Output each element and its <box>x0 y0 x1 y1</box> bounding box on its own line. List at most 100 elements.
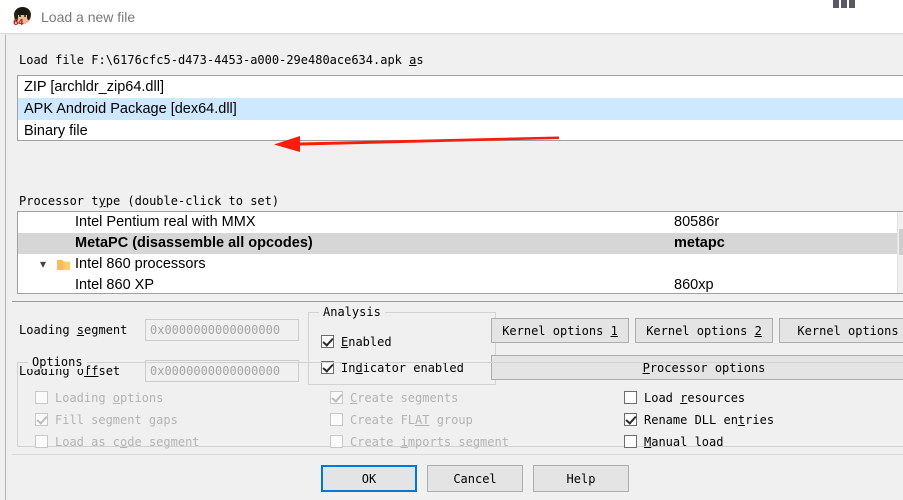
loading-segment-label: Loading segment <box>19 323 127 337</box>
label-prefix: Load <box>644 390 681 405</box>
label-accel: AT <box>415 412 430 427</box>
option-create-imports-segment-row[interactable]: Create imports segment <box>330 435 509 448</box>
manual-load-checkbox[interactable] <box>624 435 637 448</box>
analysis-enabled-checkbox[interactable] <box>321 335 334 348</box>
processor-row-value: 860xp <box>674 277 714 293</box>
title-bar: 64 Load a new file <box>0 0 903 34</box>
load-file-as-rest: s <box>416 53 424 67</box>
window-title: Load a new file <box>41 8 136 25</box>
ida-logo-icon: 64 <box>13 7 32 27</box>
processor-row-intel860xp[interactable]: Intel 860 XP 860xp <box>18 275 903 293</box>
window-control-dot[interactable] <box>841 0 847 8</box>
loading-segment-label-accel: s <box>76 323 85 337</box>
option-fill-segment-gaps-row[interactable]: Fill segment gaps <box>35 413 178 426</box>
manual-load-label: Manual load <box>644 436 723 448</box>
label-prefix: Create FL <box>350 412 416 427</box>
window-control-dot[interactable] <box>849 0 855 8</box>
loading-segment-label-prefix: Loading <box>19 323 77 337</box>
load-as-code-segment-label: Load as code segment <box>55 436 200 448</box>
processor-type-list[interactable]: Intel Pentium real with MMX 80586r MetaP… <box>17 211 903 294</box>
processor-list-scrollbar[interactable]: ▲ ▼ <box>897 212 903 293</box>
create-flat-group-label: Create FLAT group <box>350 414 473 426</box>
label-suffix: group <box>429 412 473 427</box>
load-file-prefix: Load file <box>19 53 92 67</box>
loading-segment-label-suffix: egment <box>84 323 128 337</box>
kernel-options-3-button[interactable]: Kernel options <box>779 318 903 343</box>
option-create-segments-row[interactable]: Create segments <box>330 391 458 404</box>
load-new-file-window: 64 Load a new file Load file F:\6176cfc5… <box>0 0 903 500</box>
label-suffix: esources <box>687 390 746 405</box>
analysis-enabled-row[interactable]: Enabled <box>321 335 392 348</box>
kernel-options-1-button[interactable]: Kernel options 1 <box>491 318 629 343</box>
label-suffix: ries <box>745 412 775 427</box>
option-load-resources-row[interactable]: Load resources <box>624 391 745 404</box>
option-load-as-code-segment-row[interactable]: Load as code segment <box>35 435 200 448</box>
processor-type-label-accel: y <box>98 194 106 208</box>
options-group-title: Options <box>28 355 87 369</box>
rename-dll-entries-checkbox[interactable] <box>624 413 637 426</box>
btn-prefix: Kernel options <box>797 323 899 338</box>
load-file-path: F:\6176cfc5-d473-4453-a000-29e480ace634.… <box>91 53 402 67</box>
cancel-button[interactable]: Cancel <box>427 465 523 492</box>
processor-row-name: Intel 860 processors <box>75 256 206 272</box>
processor-group-intel860[interactable]: ▾ Intel 860 processors <box>18 254 903 275</box>
create-segments-label: Create segments <box>350 392 458 404</box>
option-create-flat-group-row[interactable]: Create FLAT group <box>330 413 473 426</box>
create-imports-segment-label: Create imports segment <box>350 436 509 448</box>
scroll-down-icon[interactable]: ▼ <box>898 277 903 293</box>
label-suffix: anual load <box>651 434 724 449</box>
label-suffix: nabled <box>348 334 392 349</box>
scroll-up-icon[interactable]: ▲ <box>898 212 903 228</box>
loading-options-label: Loading options <box>55 392 163 404</box>
help-button[interactable]: Help <box>533 465 629 492</box>
load-resources-label: Load resources <box>644 392 745 404</box>
rename-dll-entries-label: Rename DLL entries <box>644 414 774 426</box>
window-controls[interactable] <box>833 0 855 8</box>
btn-accel: 2 <box>754 323 762 338</box>
folder-icon <box>57 260 70 270</box>
option-manual-load-row[interactable]: Manual load <box>624 435 723 448</box>
create-flat-group-checkbox[interactable] <box>330 413 343 426</box>
dialog-body: Load file F:\6176cfc5-d473-4453-a000-29e… <box>0 34 903 500</box>
load-resources-checkbox[interactable] <box>624 391 637 404</box>
label-suffix: reate segments <box>357 390 459 405</box>
loading-segment-input[interactable]: 0x0000000000000000 <box>145 319 299 341</box>
label-prefix: Rename DLL en <box>644 412 738 427</box>
label-suffix: aps <box>156 412 178 427</box>
label-accel: o <box>112 390 121 405</box>
processor-row-metapc[interactable]: MetaPC (disassemble all opcodes) metapc <box>18 233 903 254</box>
analysis-enabled-label: Enabled <box>341 336 392 348</box>
window-control-dot[interactable] <box>833 0 839 8</box>
footer-divider <box>12 454 903 455</box>
processor-row-name: MetaPC (disassemble all opcodes) <box>75 235 313 251</box>
kernel-options-2-button[interactable]: Kernel options 2 <box>635 318 773 343</box>
loader-item-label: ZIP [archldr_zip64.dll] <box>24 79 164 95</box>
chevron-down-icon[interactable]: ▾ <box>37 254 49 275</box>
label-prefix: Create <box>350 434 401 449</box>
loader-item-zip[interactable]: ZIP [archldr_zip64.dll] <box>18 76 903 98</box>
label-suffix: ptions <box>120 390 164 405</box>
create-segments-checkbox[interactable] <box>330 391 343 404</box>
loading-options-checkbox[interactable] <box>35 391 48 404</box>
section-divider <box>12 301 903 302</box>
fill-segment-gaps-label: Fill segment gaps <box>55 414 178 426</box>
btn-prefix: Kernel options <box>646 323 755 338</box>
label-accel: i <box>400 434 408 449</box>
loader-item-apk[interactable]: APK Android Package [dex64.dll] <box>18 98 903 120</box>
option-loading-options-row[interactable]: Loading options <box>35 391 163 404</box>
option-rename-dll-entries-row[interactable]: Rename DLL entries <box>624 413 774 426</box>
processor-row[interactable]: Intel Pentium real with MMX 80586r <box>18 212 903 233</box>
scrollbar-thumb[interactable] <box>899 229 903 255</box>
loader-item-label: Binary file <box>24 123 88 139</box>
ok-button[interactable]: OK <box>321 465 417 492</box>
load-as-code-segment-checkbox[interactable] <box>35 435 48 448</box>
label-prefix: Fill segment <box>55 412 149 427</box>
label-prefix: Load as c <box>55 434 121 449</box>
loader-list[interactable]: ZIP [archldr_zip64.dll] APK Android Pack… <box>17 75 903 141</box>
loader-item-binary[interactable]: Binary file <box>18 120 903 140</box>
processor-type-label-suffix: pe (double-click to set) <box>105 194 280 208</box>
fill-segment-gaps-checkbox[interactable] <box>35 413 48 426</box>
load-file-label: Load file F:\6176cfc5-d473-4453-a000-29e… <box>19 53 424 67</box>
create-imports-segment-checkbox[interactable] <box>330 435 343 448</box>
btn-accel: 1 <box>610 323 618 338</box>
